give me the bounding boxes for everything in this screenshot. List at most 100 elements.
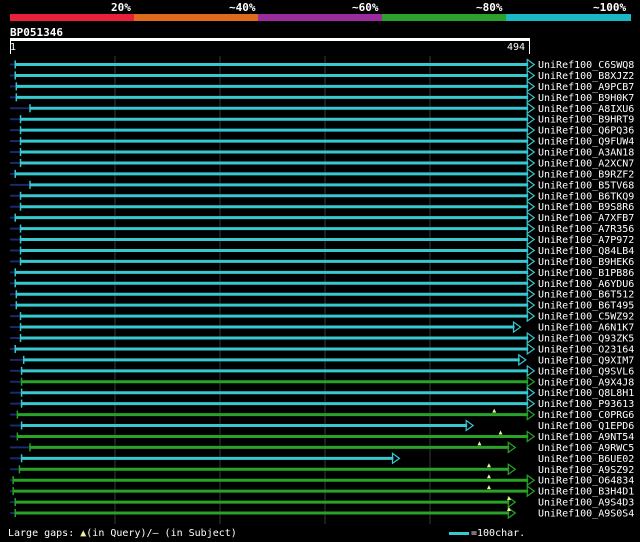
hit-arrow-icon: [526, 113, 536, 126]
hit-row[interactable]: UniRef100_A9RWC5: [10, 441, 634, 454]
hit-row[interactable]: UniRef100_Q9XIM7: [10, 353, 634, 367]
hit-row[interactable]: UniRef100_B9HRT9: [10, 113, 634, 126]
hit-row[interactable]: UniRef100_B6T495: [10, 299, 634, 312]
hit-label[interactable]: UniRef100_A2XCN7: [538, 158, 634, 169]
hit-row[interactable]: UniRef100_A9S4D3: [10, 495, 634, 509]
hit-row[interactable]: UniRef100_B3H4D1: [10, 484, 634, 498]
hit-row[interactable]: UniRef100_C0PRG6: [10, 408, 634, 422]
hit-label[interactable]: UniRef100_B5TV68: [538, 180, 634, 191]
hit-label[interactable]: UniRef100_B9H0K7: [538, 93, 634, 104]
hit-row[interactable]: UniRef100_A9S0S4: [10, 506, 634, 520]
gap-legend-prefix: Large gaps:: [8, 528, 81, 539]
hit-label[interactable]: UniRef100_C6SWQ8: [538, 60, 634, 71]
hit-label[interactable]: UniRef100_Q93ZK5: [538, 334, 634, 345]
hit-row[interactable]: UniRef100_Q9FUW4: [10, 134, 634, 148]
hit-label[interactable]: UniRef100_Q9SVL6: [538, 366, 634, 377]
hit-label[interactable]: UniRef100_A6YDU6: [538, 279, 634, 290]
hit-label[interactable]: UniRef100_A7R356: [538, 224, 634, 235]
hit-row[interactable]: UniRef100_A9PCB7: [10, 80, 634, 93]
hit-row[interactable]: UniRef100_O64834: [10, 474, 634, 487]
hit-row[interactable]: UniRef100_O23164: [10, 342, 634, 356]
hit-label[interactable]: UniRef100_B9RZF2: [538, 169, 634, 180]
hit-arrow-icon: [526, 364, 536, 377]
hit-label[interactable]: UniRef100_A9X4J8: [538, 377, 634, 388]
hit-label[interactable]: UniRef100_Q6PQ36: [538, 126, 634, 137]
hit-row[interactable]: UniRef100_P93613: [10, 397, 634, 411]
hit-arrow-icon: [518, 353, 527, 367]
hit-label[interactable]: UniRef100_B9HEK6: [538, 257, 634, 268]
hit-label[interactable]: UniRef100_A9S0S4: [538, 509, 634, 520]
hit-row[interactable]: UniRef100_B6UE02: [10, 452, 634, 465]
hit-label[interactable]: UniRef100_Q84LB4: [538, 246, 634, 257]
hit-row[interactable]: UniRef100_Q93ZK5: [10, 331, 634, 345]
hit-row[interactable]: UniRef100_A7P972: [10, 233, 634, 247]
hit-label[interactable]: UniRef100_A6N1K7: [538, 323, 634, 334]
hit-row[interactable]: UniRef100_A6YDU6: [10, 277, 634, 290]
hit-label[interactable]: UniRef100_B1PB86: [538, 268, 634, 279]
hit-row[interactable]: UniRef100_A6N1K7: [10, 320, 634, 334]
hit-arrow-icon: [526, 134, 536, 148]
hit-label[interactable]: UniRef100_Q9XIM7: [538, 355, 634, 366]
hit-row[interactable]: UniRef100_B9HEK6: [10, 255, 634, 268]
hit-label[interactable]: UniRef100_Q8L8H1: [538, 388, 634, 399]
hit-row[interactable]: UniRef100_A9X4J8: [10, 375, 634, 389]
hit-label[interactable]: UniRef100_A9NT54: [538, 432, 634, 443]
hit-label[interactable]: UniRef100_A9PCB7: [538, 82, 634, 93]
hit-label[interactable]: UniRef100_Q1EPD6: [538, 421, 634, 432]
hit-arrow-icon: [526, 408, 536, 421]
hit-label[interactable]: UniRef100_A8IXU6: [538, 104, 634, 115]
hit-row[interactable]: UniRef100_A9SZ92: [10, 463, 634, 476]
hit-label[interactable]: UniRef100_C5WZ92: [538, 312, 634, 323]
hit-label[interactable]: UniRef100_B8XJZ2: [538, 71, 634, 82]
hit-label[interactable]: UniRef100_A9RWC5: [538, 443, 634, 454]
hit-row[interactable]: UniRef100_B6T512: [10, 288, 634, 301]
hit-row[interactable]: UniRef100_A2XCN7: [10, 156, 634, 170]
hit-row[interactable]: UniRef100_B1PB86: [10, 266, 634, 279]
hit-row[interactable]: UniRef100_A3AN18: [10, 145, 634, 159]
scale-legend-text: =100char.: [471, 528, 526, 539]
hit-label[interactable]: UniRef100_B3H4D1: [538, 487, 634, 498]
hit-label[interactable]: UniRef100_A7P972: [538, 235, 634, 246]
hit-label[interactable]: UniRef100_C0PRG6: [538, 410, 634, 421]
hit-row[interactable]: UniRef100_B8XJZ2: [10, 69, 634, 82]
hit-row[interactable]: UniRef100_B9RZF2: [10, 167, 634, 181]
hit-row[interactable]: UniRef100_B6TKQ9: [10, 189, 634, 203]
hit-label[interactable]: UniRef100_B6T512: [538, 290, 634, 301]
hit-label[interactable]: UniRef100_P93613: [538, 399, 634, 410]
hit-row[interactable]: UniRef100_Q84LB4: [10, 244, 634, 257]
hit-label[interactable]: UniRef100_Q9FUW4: [538, 137, 634, 148]
hit-row[interactable]: UniRef100_Q9SVL6: [10, 364, 634, 378]
hit-row[interactable]: UniRef100_A8IXU6: [10, 102, 634, 115]
hit-row[interactable]: UniRef100_C6SWQ8: [10, 58, 634, 72]
hit-label[interactable]: UniRef100_A7XFB7: [538, 213, 634, 224]
hit-label[interactable]: UniRef100_B9S8R6: [538, 202, 634, 213]
hit-arrow-icon: [526, 342, 536, 356]
hit-label[interactable]: UniRef100_B6UE02: [538, 454, 634, 465]
gap-marker-icon: [498, 430, 503, 435]
hit-row[interactable]: UniRef100_B5TV68: [10, 178, 634, 192]
hit-label[interactable]: UniRef100_B6T495: [538, 301, 634, 312]
hit-arrow-icon: [526, 123, 536, 137]
hit-arrow-icon: [526, 277, 536, 290]
hit-label[interactable]: UniRef100_A9S4D3: [538, 498, 634, 509]
hit-alignment-plot: UniRef100_C6SWQ8UniRef100_B8XJZ2UniRef10…: [10, 56, 634, 524]
hit-label[interactable]: UniRef100_A9SZ92: [538, 465, 634, 476]
hit-row[interactable]: UniRef100_C5WZ92: [10, 309, 634, 323]
hit-row[interactable]: UniRef100_B9S8R6: [10, 200, 634, 214]
hit-label[interactable]: UniRef100_A3AN18: [538, 148, 634, 159]
hit-arrow-icon: [526, 244, 536, 257]
hit-row[interactable]: UniRef100_Q1EPD6: [10, 419, 634, 433]
hit-label[interactable]: UniRef100_B6TKQ9: [538, 191, 634, 202]
hit-label[interactable]: UniRef100_B9HRT9: [538, 115, 634, 126]
hit-arrow-icon: [391, 452, 401, 465]
hit-row[interactable]: UniRef100_A7XFB7: [10, 211, 634, 225]
hit-row[interactable]: UniRef100_B9H0K7: [10, 91, 634, 104]
hit-row[interactable]: UniRef100_Q6PQ36: [10, 123, 634, 137]
hit-row[interactable]: UniRef100_A9NT54: [10, 430, 634, 443]
hit-row[interactable]: UniRef100_A7R356: [10, 222, 634, 236]
hit-arrow-icon: [526, 266, 536, 279]
hit-label[interactable]: UniRef100_O23164: [538, 344, 634, 355]
hit-row[interactable]: UniRef100_Q8L8H1: [10, 386, 634, 400]
hit-arrow-icon: [526, 91, 536, 104]
hit-label[interactable]: UniRef100_O64834: [538, 476, 634, 487]
